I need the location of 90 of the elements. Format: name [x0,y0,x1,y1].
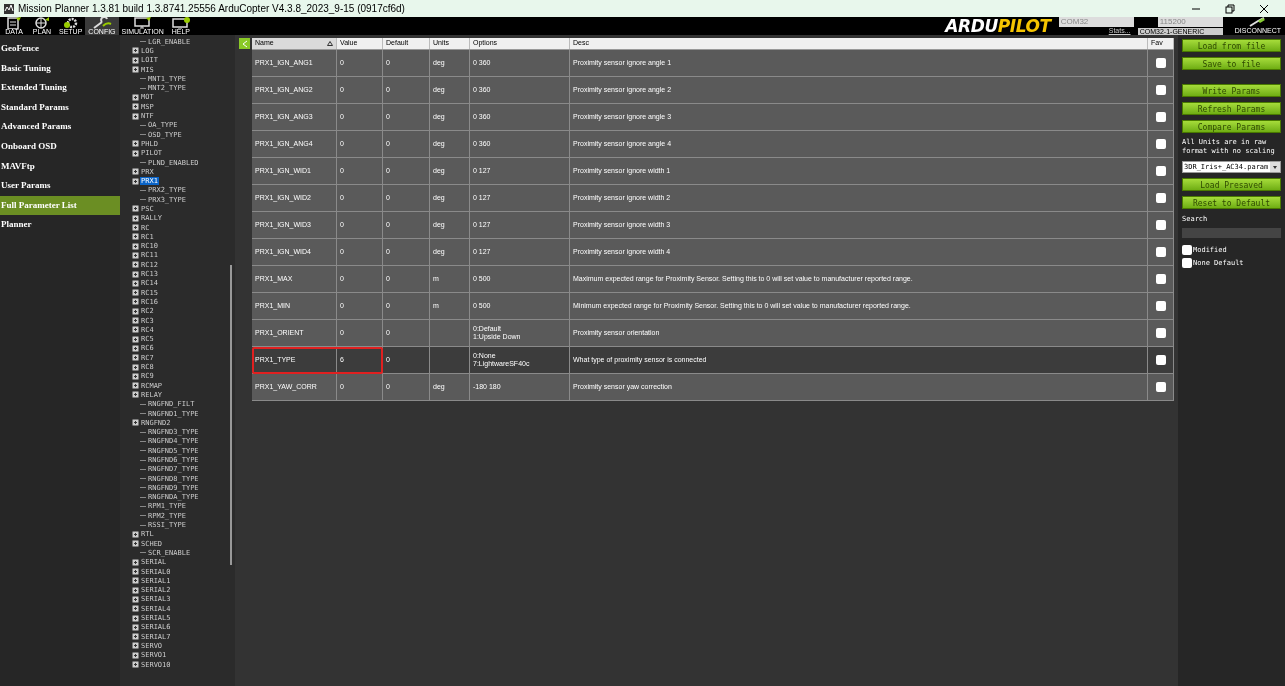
expand-icon[interactable] [132,344,139,352]
expand-icon[interactable] [132,298,139,306]
fav-checkbox[interactable] [1155,139,1166,149]
expand-icon[interactable] [132,419,139,427]
monitor-help-icon [169,17,192,29]
expand-icon[interactable] [132,214,139,222]
expand-icon[interactable] [132,595,139,603]
fav-checkbox[interactable] [1155,85,1166,95]
logo-text: ARDUPILOT [945,17,1051,35]
expand-icon[interactable] [132,289,139,297]
expand-icon[interactable] [132,317,139,325]
expand-icon[interactable] [132,93,139,101]
expand-icon[interactable] [132,140,139,148]
expand-icon[interactable] [132,326,139,334]
expand-icon[interactable] [132,530,139,538]
action-button[interactable]: Refresh Params [1182,102,1281,115]
action-button[interactable]: Write Params [1182,84,1281,97]
expand-icon[interactable] [132,261,139,269]
fav-checkbox[interactable] [1155,220,1166,230]
expand-icon[interactable] [132,233,139,241]
filter-checkbox[interactable] [1182,258,1192,269]
expand-icon[interactable] [132,568,139,576]
expand-icon[interactable] [132,177,139,185]
fav-checkbox[interactable] [1155,166,1166,176]
menu-item[interactable]: Onboard OSD [0,136,120,157]
expand-icon[interactable] [132,279,139,287]
expand-icon[interactable] [132,633,139,641]
expand-icon[interactable] [132,168,139,176]
window-title: Mission Planner 1.3.81 build 1.3.8741.25556 ArduCopter V4.3.8_2023_9-15 (0917cf6d) [18,2,405,16]
expand-icon[interactable] [132,47,139,55]
expand-icon[interactable] [132,614,139,622]
fav-checkbox[interactable] [1155,355,1166,365]
fav-checkbox[interactable] [1155,301,1166,311]
menu-item[interactable]: Advanced Params [0,117,120,137]
expand-icon[interactable] [132,540,139,548]
chevron-left-icon [241,39,248,48]
menu-item[interactable]: MAVFtp [0,156,120,177]
action-button[interactable]: Load from file [1182,39,1281,52]
fav-checkbox[interactable] [1155,382,1166,392]
action-button[interactable]: Save to file [1182,57,1281,70]
expand-icon[interactable] [132,205,139,213]
expand-icon[interactable] [132,558,139,566]
menu-item[interactable]: GeoFence [0,39,120,59]
action-button[interactable]: Load Presaved [1182,178,1281,191]
search-field[interactable] [1182,227,1281,238]
expand-icon[interactable] [132,577,139,585]
expand-icon[interactable] [132,372,139,380]
menu-item[interactable]: Full Parameter List [0,195,120,216]
restore-icon[interactable] [1225,3,1235,14]
expand-icon[interactable] [132,354,139,362]
expand-icon[interactable] [132,224,139,232]
action-button[interactable]: Reset to Default [1182,196,1281,209]
menu-item[interactable]: Extended Tuning [0,78,120,98]
menu-item[interactable]: Basic Tuning [0,58,120,79]
sort-icon [327,41,333,46]
plug-icon [1247,17,1268,27]
expand-icon[interactable] [132,391,139,399]
expand-icon[interactable] [132,56,139,64]
expand-icon[interactable] [132,651,139,659]
expand-icon[interactable] [132,661,139,669]
expand-icon[interactable] [132,605,139,613]
filter-checkbox[interactable] [1182,244,1192,255]
close-icon[interactable] [1259,3,1269,14]
expand-icon[interactable] [132,382,139,390]
fav-checkbox[interactable] [1155,328,1166,338]
menu-item[interactable]: User Params [0,176,120,196]
expand-icon[interactable] [132,623,139,631]
expand-icon[interactable] [132,103,139,111]
expand-icon[interactable] [132,642,139,650]
app-icon [4,3,14,14]
expand-icon[interactable] [132,251,139,259]
expand-icon[interactable] [132,112,139,120]
scrollbar[interactable] [230,265,232,565]
expand-icon[interactable] [132,242,139,250]
action-button[interactable]: Compare Params [1182,120,1281,133]
monitor-icon [131,17,154,29]
fav-checkbox[interactable] [1155,112,1166,122]
fav-checkbox[interactable] [1155,247,1166,257]
expand-icon[interactable] [132,335,139,343]
expand-icon[interactable] [132,149,139,157]
expand-icon[interactable] [132,586,139,594]
expand-icon[interactable] [132,270,139,278]
expand-icon[interactable] [132,66,139,74]
fav-checkbox[interactable] [1155,193,1166,203]
menu-item[interactable]: Standard Params [0,97,120,118]
fav-checkbox[interactable] [1155,58,1166,68]
expand-icon[interactable] [132,307,139,315]
expand-icon[interactable] [132,363,139,371]
fav-checkbox[interactable] [1155,274,1166,284]
menu-item[interactable]: Planner [0,215,120,235]
